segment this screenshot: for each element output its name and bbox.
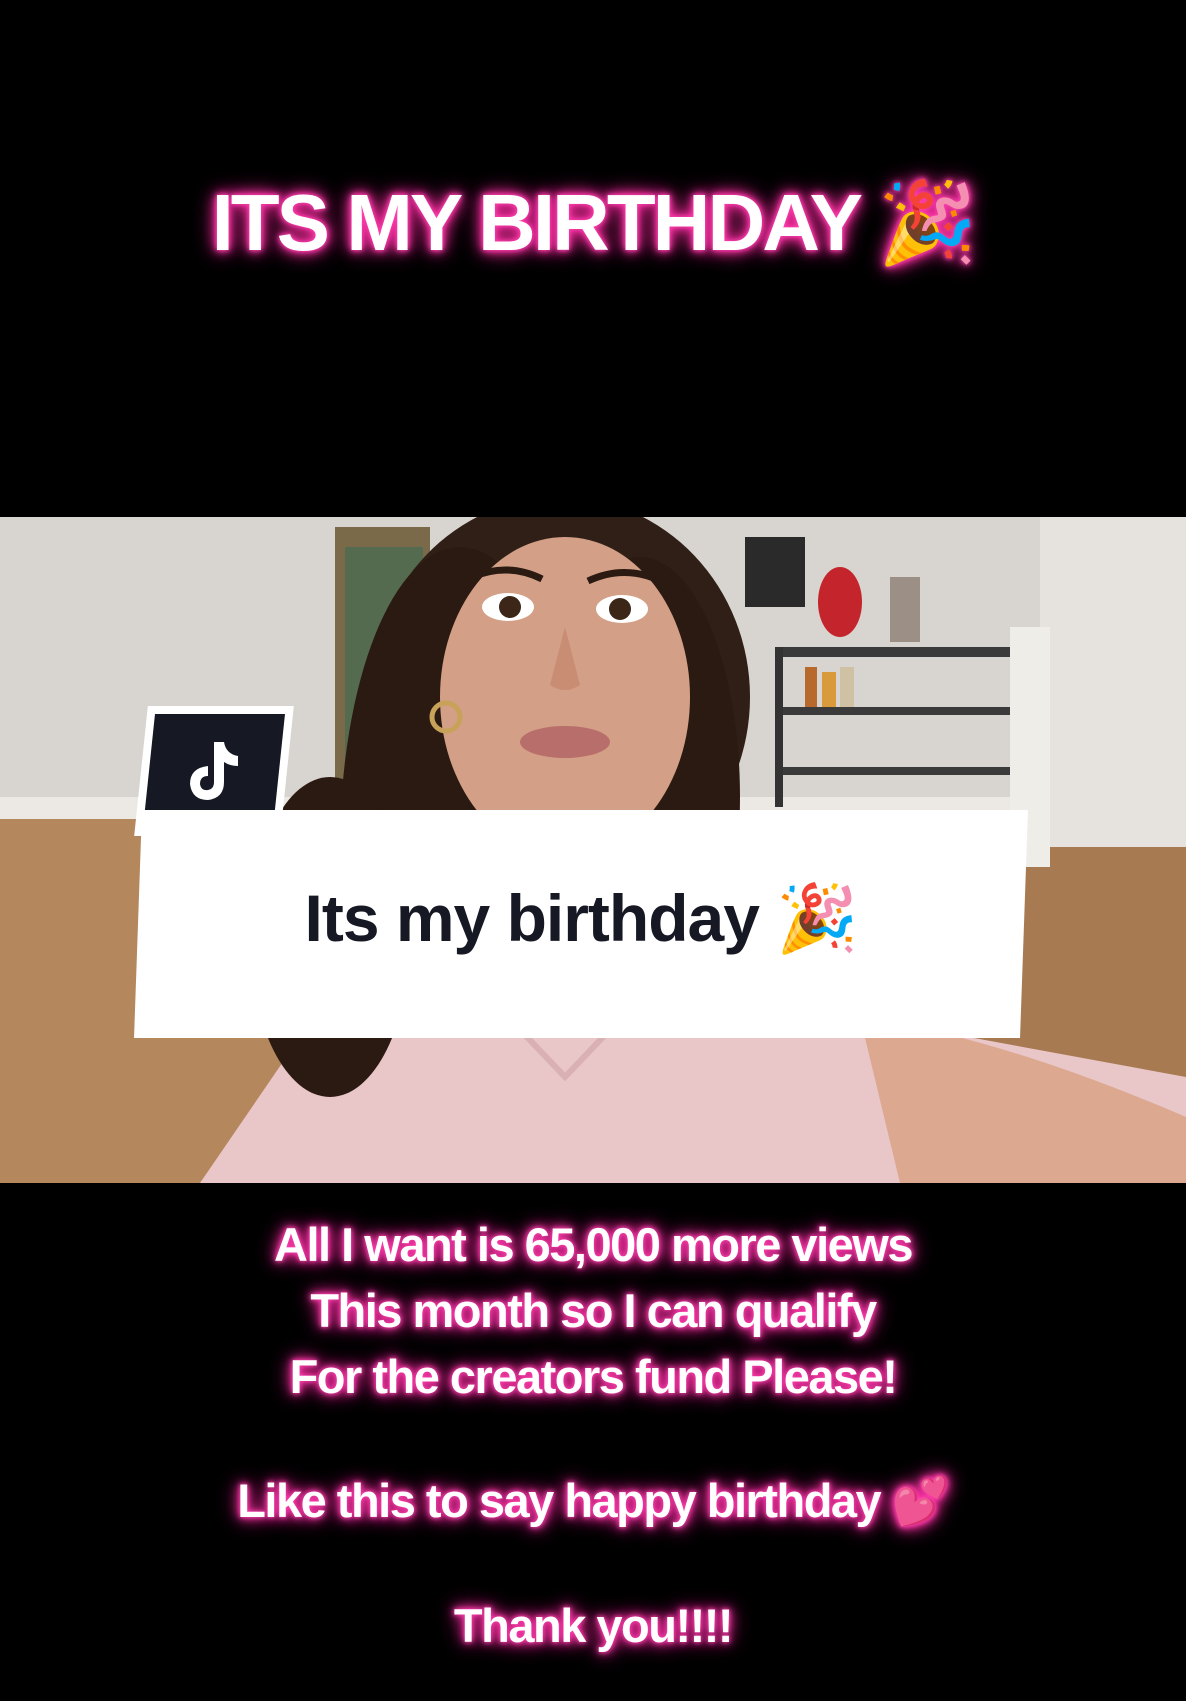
caption-text: Its my birthday 🎉	[138, 878, 1024, 959]
message-line-5: Thank you!!!!	[453, 1599, 734, 1652]
message-line-4: Like this to say happy birthday 💕	[0, 1468, 1186, 1535]
caption-label: Its my birthday	[304, 881, 760, 955]
message-line-2: This month so I can qualify	[310, 1284, 877, 1337]
message-overlay: All I want is 65,000 more views This mon…	[0, 1212, 1186, 1659]
message-line-4-text: Like this to say happy birthday	[237, 1474, 882, 1527]
video-frame: ITS MY BIRTHDAY 🎉 Its my birthday 🎉 All …	[0, 0, 1186, 1701]
two-hearts-icon: 💕	[891, 1474, 951, 1529]
message-line-3: For the creators fund Please!	[289, 1350, 898, 1403]
headline: ITS MY BIRTHDAY 🎉	[0, 178, 1186, 268]
message-line-1: All I want is 65,000 more views	[274, 1218, 913, 1271]
party-popper-icon: 🎉	[877, 176, 978, 269]
party-popper-icon: 🎉	[776, 880, 858, 957]
headline-text: ITS MY BIRTHDAY	[211, 178, 862, 267]
